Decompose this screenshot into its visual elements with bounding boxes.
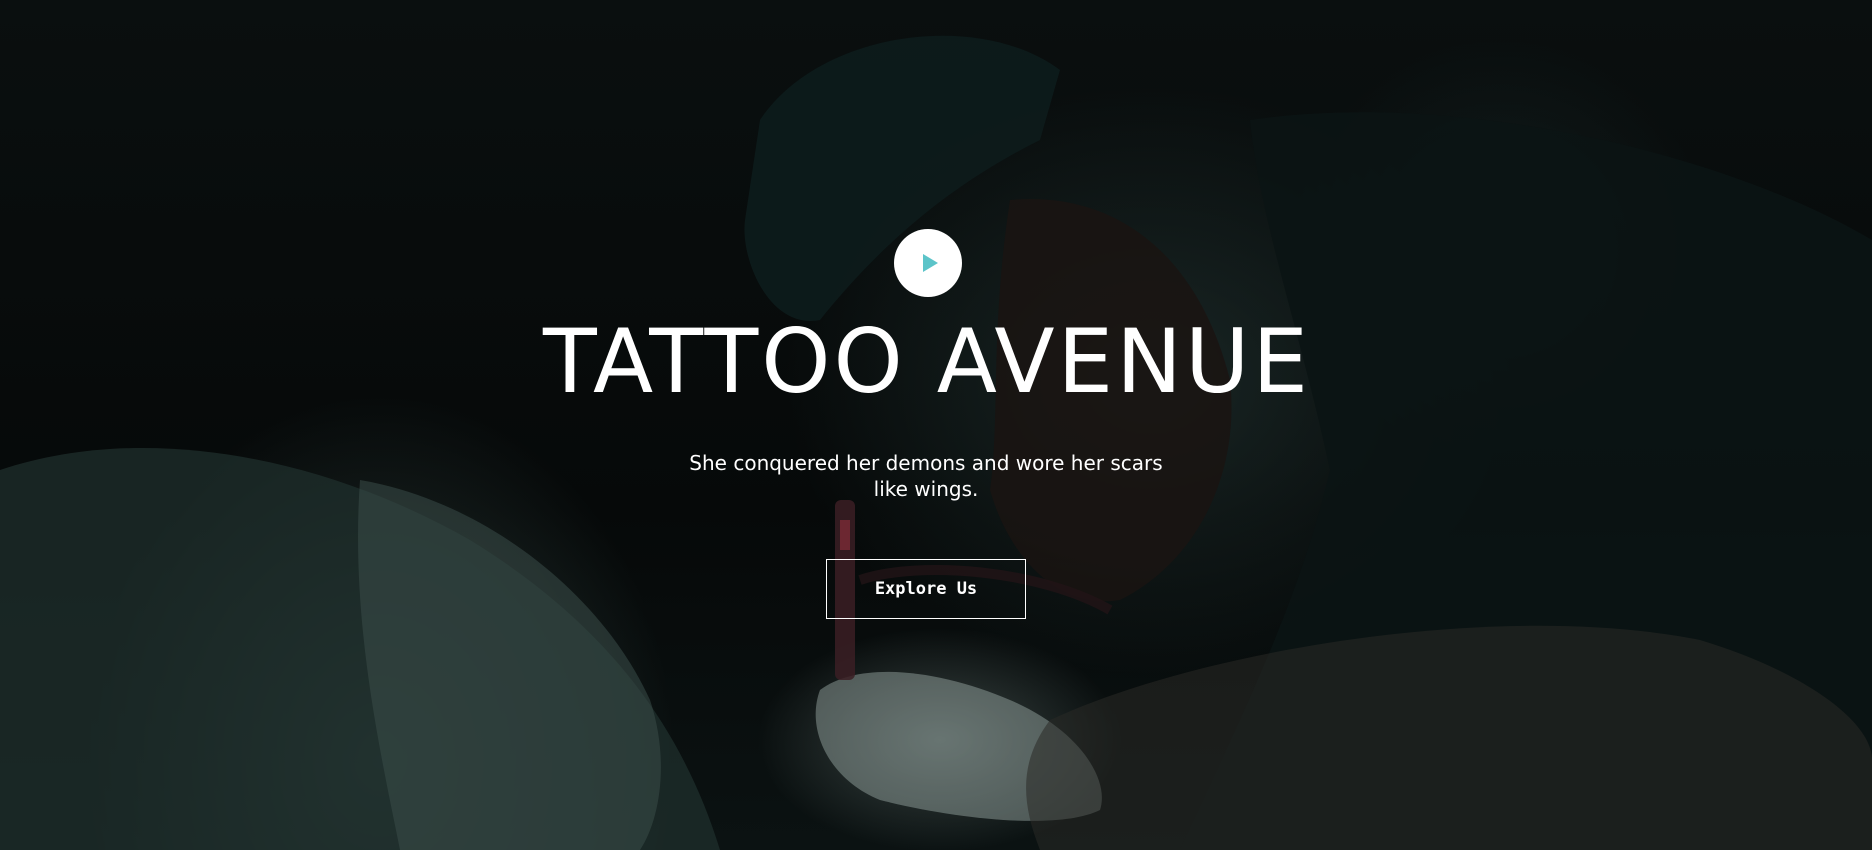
- play-video-button[interactable]: [894, 229, 962, 297]
- play-icon: [923, 254, 938, 272]
- hero-section: TATTOO AVENUE She conquered her demons a…: [0, 0, 1872, 850]
- hero-title: TATTOO AVENUE: [543, 310, 1311, 413]
- hero-subtitle: She conquered her demons and wore her sc…: [689, 451, 1163, 501]
- explore-us-button[interactable]: Explore Us: [826, 559, 1026, 619]
- hero-content: TATTOO AVENUE She conquered her demons a…: [0, 0, 1872, 850]
